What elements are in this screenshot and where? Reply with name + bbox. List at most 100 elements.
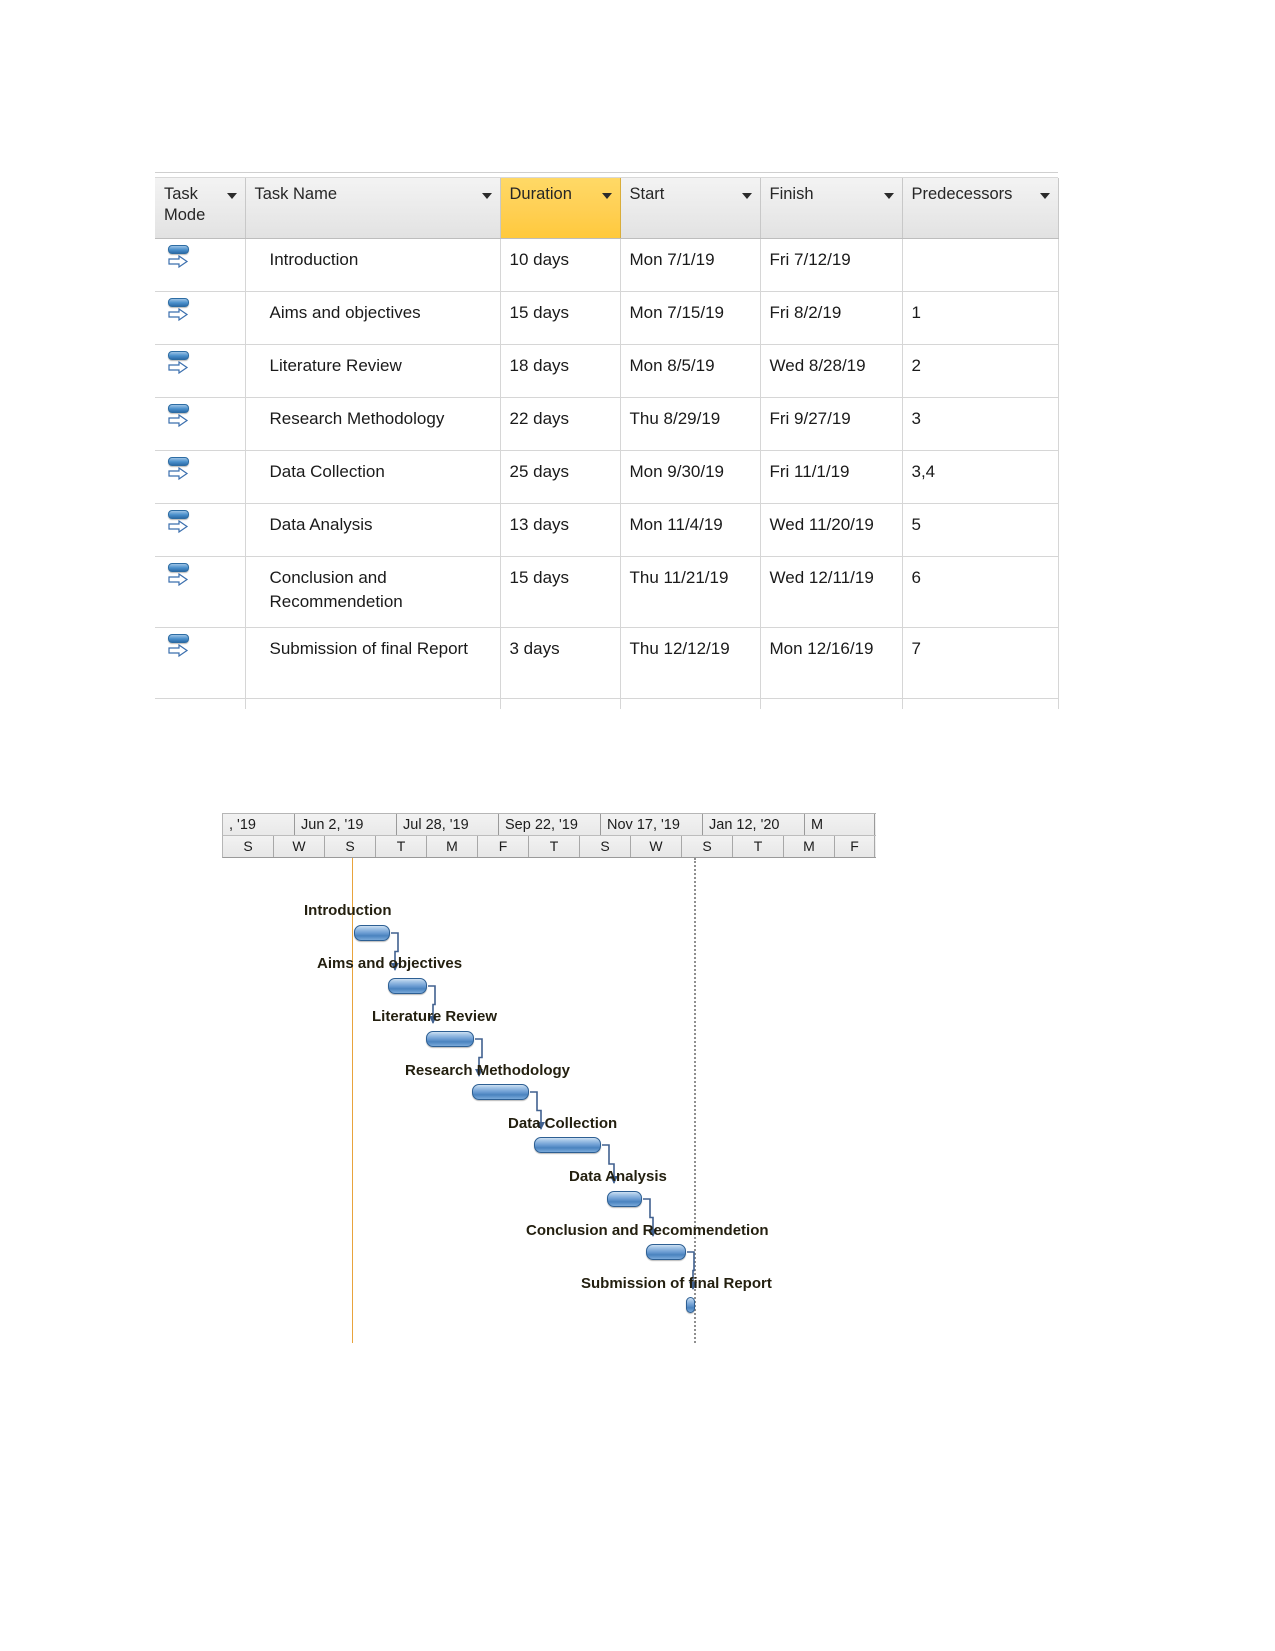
chevron-down-icon[interactable] xyxy=(226,193,237,199)
cell-finish[interactable]: Fri 8/2/19 xyxy=(760,291,903,345)
cell-finish[interactable]: Wed 11/20/19 xyxy=(760,503,903,557)
chevron-down-icon[interactable] xyxy=(1039,193,1050,199)
gantt-bar[interactable] xyxy=(388,978,427,994)
gantt-bar[interactable] xyxy=(354,925,390,941)
cell-duration[interactable]: 13 days xyxy=(500,503,621,557)
cell-predecessors[interactable]: 1 xyxy=(902,291,1059,345)
gantt-bar[interactable] xyxy=(607,1191,642,1207)
cell-predecessors[interactable]: 3 xyxy=(902,397,1059,451)
timeline-month-cell: Jun 2, '19 xyxy=(295,814,397,835)
timeline-month-cell: Nov 17, '19 xyxy=(601,814,703,835)
column-header-finish-label: Finish xyxy=(769,185,814,203)
table-row[interactable]: Aims and objectives 15 days Mon 7/15/19 Fri… xyxy=(155,291,1059,345)
table-row[interactable]: Submission of final Report 3 days Thu 12/1… xyxy=(155,627,1059,699)
cell-predecessors[interactable]: 5 xyxy=(902,503,1059,557)
table-row[interactable]: Introduction 10 days Mon 7/1/19 Fri 7/12/19 xyxy=(155,238,1059,292)
cell-task-mode[interactable] xyxy=(155,627,246,699)
cell-task-mode[interactable] xyxy=(155,556,246,628)
timeline-day-cell: T xyxy=(376,836,427,857)
cell-finish[interactable]: Wed 8/28/19 xyxy=(760,344,903,398)
column-header-start[interactable]: Start xyxy=(620,178,761,239)
cell-finish[interactable]: Fri 11/1/19 xyxy=(760,450,903,504)
cell-predecessors[interactable]: 7 xyxy=(902,627,1059,699)
cell-task-mode[interactable] xyxy=(155,238,246,292)
gantt-bar-label: Conclusion and Recommendetion xyxy=(526,1222,769,1239)
cell-start[interactable]: Thu 12/12/19 xyxy=(620,627,761,699)
cell-duration[interactable]: 15 days xyxy=(500,291,621,345)
cell-start[interactable]: Mon 7/1/19 xyxy=(620,238,761,292)
chevron-down-icon[interactable] xyxy=(481,193,492,199)
cell-start[interactable]: Mon 8/5/19 xyxy=(620,344,761,398)
cell-finish[interactable]: Wed 12/11/19 xyxy=(760,556,903,628)
gantt-bar-label: Data Analysis xyxy=(569,1168,667,1185)
cell-task-mode[interactable] xyxy=(155,503,246,557)
cell-start[interactable]: Mon 9/30/19 xyxy=(620,450,761,504)
cell-predecessors[interactable]: 2 xyxy=(902,344,1059,398)
timeline-day-header[interactable]: SWSTMFTSWSTMF xyxy=(222,836,876,858)
timeline-day-cell: S xyxy=(682,836,733,857)
timeline-day-cell: M xyxy=(427,836,478,857)
gantt-plot-area: Introduction Aims and objectives Literatur… xyxy=(222,858,876,1343)
cell-task-mode[interactable] xyxy=(155,344,246,398)
column-header-predecessors-label: Predecessors xyxy=(911,185,1013,203)
task-entry-table: Task Mode Task Name Duration Start Finis… xyxy=(155,178,1059,709)
table-row[interactable]: Literature Review 18 days Mon 8/5/19 Wed 8/… xyxy=(155,344,1059,398)
cell-duration[interactable]: 25 days xyxy=(500,450,621,504)
cell-start[interactable]: Mon 7/15/19 xyxy=(620,291,761,345)
cell-predecessors[interactable]: 6 xyxy=(902,556,1059,628)
cell-predecessors[interactable] xyxy=(902,238,1059,292)
column-header-duration[interactable]: Duration xyxy=(500,178,621,239)
gantt-bar[interactable] xyxy=(472,1084,529,1100)
cell-task-name[interactable]: Conclusion and Recommendetion xyxy=(245,556,501,628)
column-header-finish[interactable]: Finish xyxy=(760,178,903,239)
gantt-bar-label: Aims and objectives xyxy=(317,955,463,972)
chevron-down-icon[interactable] xyxy=(741,193,752,199)
timeline-day-cell: T xyxy=(733,836,784,857)
cell-task-name[interactable]: Data Collection xyxy=(245,450,501,504)
cell-task-name[interactable]: Data Analysis xyxy=(245,503,501,557)
cell-task-name[interactable]: Research Methodology xyxy=(245,397,501,451)
cell-duration[interactable]: 3 days xyxy=(500,627,621,699)
cell-task-mode[interactable] xyxy=(155,450,246,504)
cell-start[interactable]: Thu 8/29/19 xyxy=(620,397,761,451)
cell-duration[interactable]: 18 days xyxy=(500,344,621,398)
chevron-down-icon[interactable] xyxy=(883,193,894,199)
timeline-month-header[interactable]: , '19 Jun 2, '19 Jul 28, '19 Sep 22, '19 Nov… xyxy=(222,813,876,836)
timeline-month-cell: M xyxy=(805,814,875,835)
gantt-bar[interactable] xyxy=(426,1031,474,1047)
gantt-bar[interactable] xyxy=(646,1244,686,1260)
cell-duration[interactable]: 10 days xyxy=(500,238,621,292)
cell-finish[interactable]: Mon 12/16/19 xyxy=(760,627,903,699)
cell-start[interactable]: Thu 11/21/19 xyxy=(620,556,761,628)
table-row[interactable]: Data Analysis 13 days Mon 11/4/19 Wed 11/20… xyxy=(155,503,1059,557)
cell-task-name[interactable]: Introduction xyxy=(245,238,501,292)
gantt-bar-label: Introduction xyxy=(304,902,392,919)
cell-task-mode[interactable] xyxy=(155,291,246,345)
column-header-start-label: Start xyxy=(629,185,665,203)
timeline-day-cell: F xyxy=(835,836,875,857)
timeline-day-cell: W xyxy=(274,836,325,857)
cell-task-name[interactable]: Literature Review xyxy=(245,344,501,398)
timeline-day-cell: F xyxy=(478,836,529,857)
column-header-task-name[interactable]: Task Name xyxy=(245,178,501,239)
cell-finish[interactable]: Fri 9/27/19 xyxy=(760,397,903,451)
cell-predecessors[interactable]: 3,4 xyxy=(902,450,1059,504)
table-row[interactable]: Data Collection 25 days Mon 9/30/19 Fri 11/… xyxy=(155,450,1059,504)
column-header-predecessors[interactable]: Predecessors xyxy=(902,178,1059,239)
cell-duration[interactable]: 22 days xyxy=(500,397,621,451)
cell-start[interactable]: Mon 11/4/19 xyxy=(620,503,761,557)
column-header-task-mode[interactable]: Task Mode xyxy=(155,178,246,239)
cell-duration[interactable]: 15 days xyxy=(500,556,621,628)
gantt-bar[interactable] xyxy=(534,1137,601,1153)
cell-finish[interactable]: Fri 7/12/19 xyxy=(760,238,903,292)
table-row[interactable]: Conclusion and Recommendetion 15 days Thu … xyxy=(155,556,1059,628)
gantt-bar[interactable] xyxy=(686,1297,695,1313)
timeline-day-cell: W xyxy=(631,836,682,857)
table-header-row: Task Mode Task Name Duration Start Finis… xyxy=(155,178,1059,239)
cell-task-name[interactable]: Aims and objectives xyxy=(245,291,501,345)
chevron-down-icon[interactable] xyxy=(601,193,612,199)
table-row[interactable]: Research Methodology 22 days Thu 8/29/19 Fr… xyxy=(155,397,1059,451)
task-table-region: Task Mode Task Name Duration Start Finis… xyxy=(155,172,1059,709)
cell-task-name[interactable]: Submission of final Report xyxy=(245,627,501,699)
cell-task-mode[interactable] xyxy=(155,397,246,451)
